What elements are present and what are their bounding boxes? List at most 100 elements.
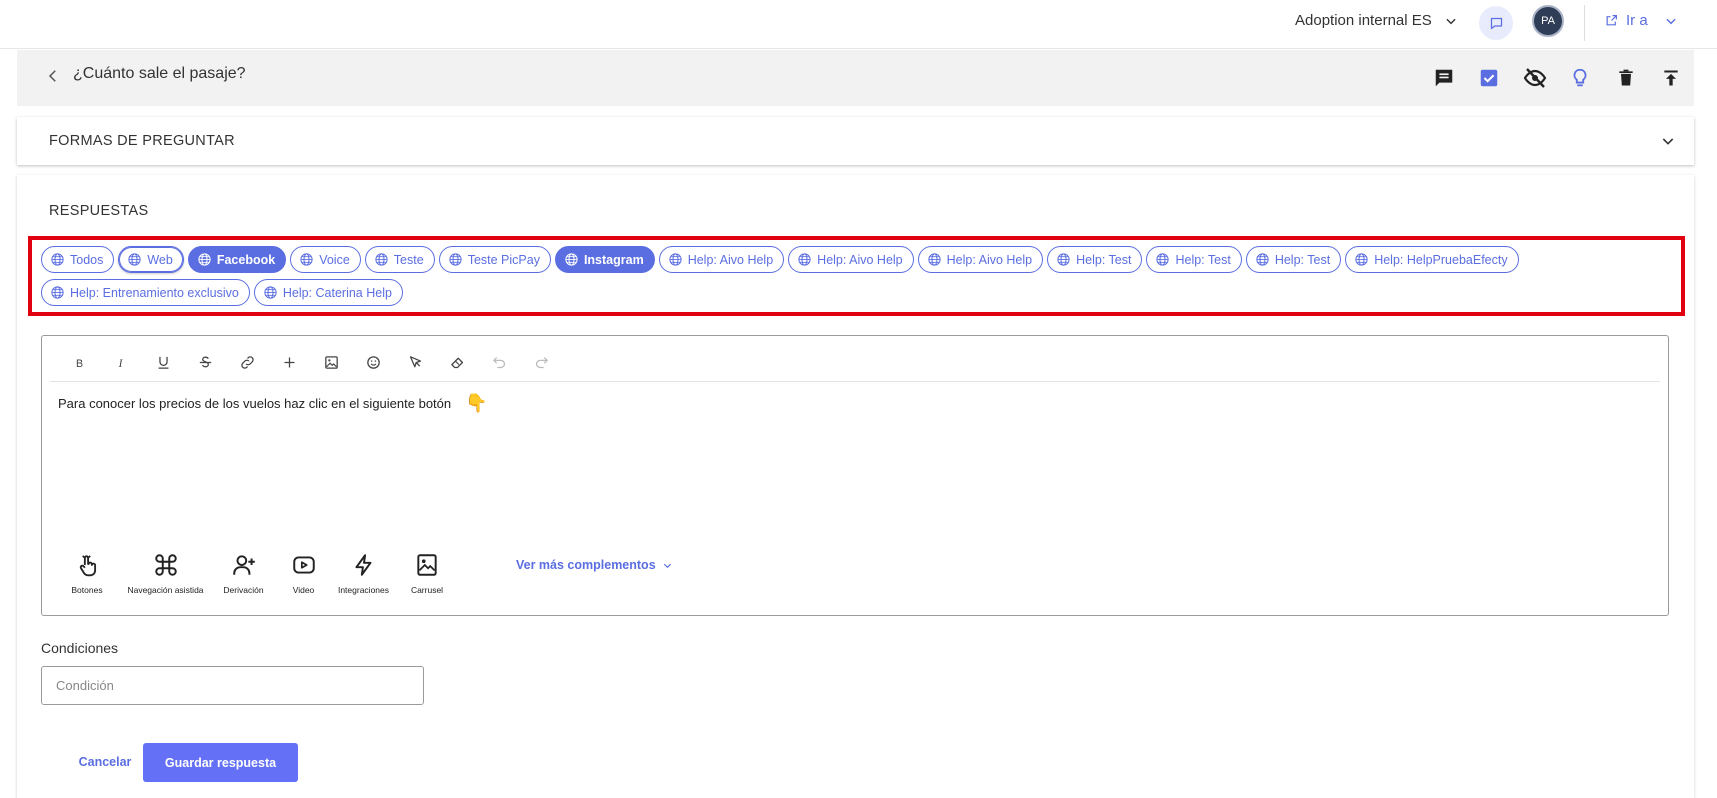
addon-label: Navegación asistida bbox=[127, 585, 204, 595]
trash-icon bbox=[1619, 69, 1633, 86]
comment-icon bbox=[1435, 69, 1452, 87]
chevron-down-icon bbox=[1446, 18, 1456, 24]
channel-chip[interactable]: Web bbox=[118, 246, 184, 273]
header-divider bbox=[1584, 5, 1585, 41]
chevron-down-icon bbox=[663, 563, 671, 568]
globe-icon bbox=[51, 253, 64, 266]
suggestion-button[interactable] bbox=[1558, 62, 1604, 94]
editor-toolbar: BI bbox=[50, 344, 1660, 382]
undo-icon bbox=[492, 357, 505, 369]
hand-pointer-icon bbox=[79, 555, 97, 577]
condition-input[interactable] bbox=[41, 666, 424, 705]
channel-label: Teste PicPay bbox=[467, 252, 540, 267]
addon-video[interactable]: Video bbox=[278, 549, 329, 595]
response-text: Para conocer los precios de los vuelos h… bbox=[58, 396, 452, 411]
addon-botones[interactable]: Botones bbox=[52, 549, 122, 595]
channel-chip[interactable]: Help: Test bbox=[1047, 246, 1143, 273]
channel-chip[interactable]: Teste bbox=[364, 246, 435, 273]
strikethrough-icon bbox=[199, 356, 211, 368]
image-button[interactable] bbox=[310, 348, 352, 378]
strikethrough-button[interactable] bbox=[184, 348, 226, 378]
intent-title: ¿Cuánto sale el pasaje? bbox=[73, 65, 246, 82]
redo-icon bbox=[535, 357, 548, 369]
formas-de-preguntar-panel[interactable]: FORMAS DE PREGUNTAR bbox=[17, 117, 1694, 165]
globe-icon bbox=[1156, 253, 1170, 266]
channel-label: Help: Test bbox=[1274, 252, 1331, 267]
visibility-button[interactable] bbox=[1512, 62, 1558, 94]
addon-label: Integraciones bbox=[337, 585, 390, 595]
channel-label: Help: Entrenamiento exclusivo bbox=[70, 285, 239, 300]
video-icon bbox=[292, 556, 315, 574]
comment-button[interactable] bbox=[1421, 62, 1467, 94]
addon-derivaci-n[interactable]: Derivación bbox=[209, 549, 278, 595]
globe-icon bbox=[928, 253, 941, 266]
channel-chip[interactable]: Todos bbox=[41, 246, 115, 273]
channel-chip[interactable]: Help: Aivo Help bbox=[917, 246, 1044, 273]
addons-bar: Botones Navegación asistida Derivación Vide… bbox=[52, 549, 456, 595]
channel-chip[interactable]: Help: Test bbox=[1245, 246, 1342, 273]
user-plus-icon bbox=[232, 555, 255, 575]
formas-label: FORMAS DE PREGUNTAR bbox=[49, 133, 235, 149]
channel-chip[interactable]: Voice bbox=[290, 246, 361, 273]
channel-chip[interactable]: Instagram bbox=[554, 246, 655, 273]
bot-selector[interactable]: Adoption internal ES bbox=[1295, 12, 1458, 29]
channel-chip[interactable]: Help: Aivo Help bbox=[788, 246, 914, 273]
channel-label: Facebook bbox=[216, 252, 276, 267]
channel-filter-list: Todos Web Facebook Voice Teste Teste PicPay In… bbox=[28, 236, 1685, 316]
addon-integraciones[interactable]: Integraciones bbox=[329, 549, 398, 595]
lightbulb-icon bbox=[1573, 68, 1587, 87]
eye-off-icon bbox=[1523, 68, 1547, 88]
plus-button[interactable] bbox=[268, 348, 310, 378]
channel-label: Help: HelpPruebaEfecty bbox=[1374, 252, 1508, 267]
channel-label: Help: Test bbox=[1076, 252, 1132, 267]
emoji: 👇 bbox=[465, 393, 488, 413]
save-response-button[interactable]: Guardar respuesta bbox=[143, 743, 298, 782]
channel-chip[interactable]: Facebook bbox=[187, 246, 287, 273]
external-link-icon bbox=[1606, 15, 1617, 26]
emoji-button[interactable] bbox=[352, 348, 394, 378]
italic-button[interactable]: I bbox=[100, 348, 142, 378]
channel-chip[interactable]: Help: Caterina Help bbox=[253, 279, 403, 306]
goto-menu[interactable]: Ir a bbox=[1605, 12, 1678, 29]
command-icon bbox=[154, 554, 177, 576]
cursor-button[interactable] bbox=[394, 348, 436, 378]
globe-icon bbox=[1256, 253, 1269, 266]
editor-content[interactable]: Para conocer los precios de los vuelos h… bbox=[58, 393, 488, 414]
globe-icon bbox=[300, 253, 313, 266]
globe-icon bbox=[198, 253, 211, 266]
response-editor: BI Para conocer los precios de los vuelo… bbox=[41, 335, 1669, 616]
approve-button[interactable] bbox=[1467, 62, 1513, 94]
publish-button[interactable] bbox=[1649, 62, 1695, 94]
link-button[interactable] bbox=[226, 348, 268, 378]
respuestas-title: RESPUESTAS bbox=[49, 203, 149, 219]
chat-button[interactable] bbox=[1479, 6, 1513, 40]
addon-carrusel[interactable]: Carrusel bbox=[398, 549, 456, 595]
publish-icon bbox=[1664, 70, 1678, 86]
redo-button bbox=[520, 348, 562, 378]
addon-navegaci-n-asistida[interactable]: Navegación asistida bbox=[122, 549, 209, 595]
channel-chip[interactable]: Help: Entrenamiento exclusivo bbox=[41, 279, 250, 306]
channel-label: Help: Caterina Help bbox=[282, 285, 392, 300]
chevron-down-icon[interactable] bbox=[1660, 133, 1676, 149]
more-addons-link[interactable]: Ver más complementos bbox=[516, 558, 673, 572]
channel-chip[interactable]: Help: Aivo Help bbox=[658, 246, 785, 273]
globe-icon bbox=[1057, 253, 1070, 266]
back-arrow-icon[interactable] bbox=[44, 67, 62, 85]
underline-button[interactable] bbox=[142, 348, 184, 378]
delete-button[interactable] bbox=[1603, 62, 1649, 94]
channel-chip[interactable]: Help: Test bbox=[1146, 246, 1242, 273]
intent-header: ¿Cuánto sale el pasaje? bbox=[17, 50, 1694, 106]
globe-icon bbox=[565, 253, 578, 266]
channel-chip[interactable]: Teste PicPay bbox=[438, 246, 551, 273]
channel-label: Web bbox=[147, 252, 173, 267]
cancel-button[interactable]: Cancelar bbox=[65, 743, 145, 781]
bold-button[interactable]: B bbox=[58, 348, 100, 378]
goto-label: Ir a bbox=[1626, 12, 1648, 29]
eraser-button[interactable] bbox=[436, 348, 478, 378]
avatar[interactable]: PA bbox=[1532, 5, 1564, 37]
addon-label: Video bbox=[292, 585, 315, 595]
svg-text:I: I bbox=[117, 358, 123, 370]
globe-icon bbox=[798, 253, 811, 266]
channel-chip[interactable]: Help: HelpPruebaEfecty bbox=[1345, 246, 1519, 273]
channel-label: Instagram bbox=[583, 252, 644, 267]
